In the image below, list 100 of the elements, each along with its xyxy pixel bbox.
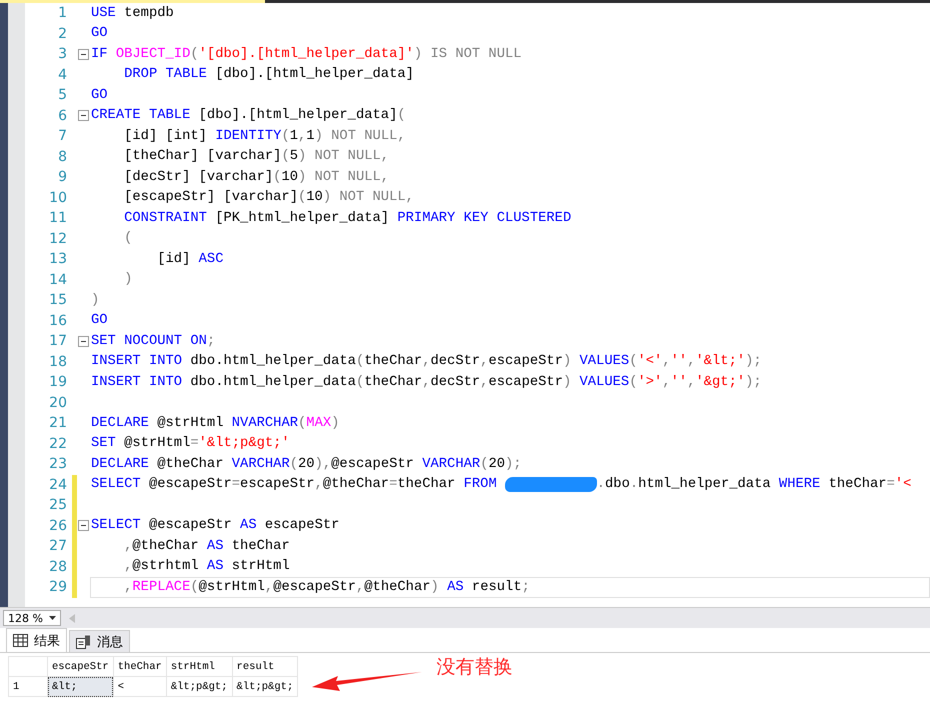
line-number: 11 bbox=[48, 210, 67, 226]
code-token: CONSTRAINT bbox=[123, 210, 207, 226]
code-token: GO bbox=[91, 26, 108, 42]
code-token: , bbox=[356, 580, 364, 595]
code-token: @theChar bbox=[322, 477, 390, 492]
code-token: REPLACE bbox=[132, 580, 190, 595]
grid-icon bbox=[13, 634, 28, 647]
code-token: ( bbox=[356, 354, 364, 370]
column-header[interactable]: strHtml bbox=[166, 656, 232, 676]
line-number: 19 bbox=[48, 374, 67, 390]
collapse-icon[interactable] bbox=[78, 520, 89, 532]
code-token: dbo bbox=[605, 477, 630, 492]
line-number: 8 bbox=[57, 148, 67, 165]
code-token: ; bbox=[206, 334, 216, 349]
line-number: 9 bbox=[57, 169, 67, 186]
code-token: [id] bbox=[156, 252, 192, 267]
line-number: 26 bbox=[48, 518, 67, 534]
code-token: ( bbox=[190, 46, 199, 62]
collapse-icon[interactable] bbox=[78, 48, 89, 60]
code-token: theChar bbox=[230, 538, 290, 554]
line-number: 28 bbox=[48, 558, 67, 575]
code-token: @strhtml bbox=[132, 559, 200, 574]
zoom-dropdown[interactable]: 128 % bbox=[3, 610, 61, 626]
line-number: 23 bbox=[48, 456, 67, 472]
code-token: 20 bbox=[298, 456, 315, 472]
code-token: ( bbox=[629, 354, 638, 370]
code-token: VALUES bbox=[580, 374, 630, 390]
results-tab[interactable]: 消息 bbox=[69, 630, 130, 652]
code-token: = bbox=[232, 477, 240, 492]
code-token: DROP TABLE bbox=[123, 67, 207, 82]
code-token: GO bbox=[91, 313, 108, 328]
code-token: ( bbox=[298, 190, 306, 206]
code-token: @theChar bbox=[364, 580, 431, 595]
line-number: 21 bbox=[48, 415, 67, 432]
code-token: escapeStr bbox=[264, 518, 340, 534]
code-token: . bbox=[596, 477, 606, 492]
code-token: tempdb bbox=[123, 6, 174, 21]
line-number: 6 bbox=[57, 108, 67, 124]
code-token: ); bbox=[505, 456, 522, 472]
code-token: AS bbox=[447, 580, 464, 595]
code-token: @theChar bbox=[156, 456, 224, 472]
code-token: = bbox=[886, 477, 895, 492]
line-number: 18 bbox=[48, 354, 67, 370]
collapse-icon[interactable] bbox=[78, 336, 89, 347]
collapse-icon[interactable] bbox=[78, 110, 89, 122]
code-token: , bbox=[123, 559, 132, 574]
line-number: 4 bbox=[57, 66, 67, 83]
code-token: @strHtml bbox=[156, 416, 224, 431]
code-token: MAX bbox=[306, 416, 332, 431]
code-token: escapeStr bbox=[240, 477, 315, 492]
code-token: 20 bbox=[488, 456, 506, 472]
code-token: , bbox=[422, 354, 430, 370]
table-cell[interactable]: &lt;p&gt; bbox=[232, 676, 298, 696]
code-token: escapeStr bbox=[488, 374, 563, 390]
line-number: 29 bbox=[48, 579, 67, 596]
code-token: , bbox=[480, 374, 488, 390]
code-token: DECLARE bbox=[91, 416, 149, 431]
code-token: SET bbox=[91, 436, 116, 452]
line-number: 13 bbox=[48, 251, 67, 268]
results-tab[interactable]: 结果 bbox=[6, 628, 67, 652]
code-token: IF bbox=[91, 46, 109, 62]
code-token: [theChar] [varchar] bbox=[123, 149, 282, 164]
code-token: ( bbox=[397, 108, 406, 124]
code-token: CREATE TABLE bbox=[91, 108, 190, 124]
column-header[interactable]: escapeStr bbox=[48, 656, 114, 676]
code-token: 5 bbox=[290, 149, 298, 164]
code-token: [escapeStr] [varchar] bbox=[123, 190, 298, 206]
code-token: [PK_html_helper_data] bbox=[214, 210, 390, 226]
code-token: = bbox=[389, 477, 398, 492]
code-token: ( bbox=[281, 128, 290, 144]
column-header[interactable]: result bbox=[232, 656, 298, 676]
code-token: @escapeStr bbox=[273, 580, 356, 595]
table-cell[interactable]: &lt; bbox=[48, 676, 114, 696]
code-token: '[dbo].[html_helper_data]' bbox=[198, 46, 414, 62]
code-token: '&lt;' bbox=[695, 354, 746, 370]
code-token: [decStr] [varchar] bbox=[123, 170, 274, 185]
code-token: ) bbox=[562, 354, 572, 370]
line-number: 27 bbox=[48, 538, 67, 554]
code-token: '<' bbox=[638, 354, 662, 370]
code-token: '&gt;' bbox=[695, 374, 746, 390]
table-cell[interactable]: < bbox=[113, 676, 166, 696]
code-token: ( bbox=[298, 416, 306, 431]
code-token: @escapeStr bbox=[148, 477, 232, 492]
code-token: ; bbox=[522, 580, 530, 595]
code-token: ( bbox=[273, 170, 282, 185]
code-token: ); bbox=[745, 354, 762, 370]
table-cell[interactable]: &lt;p&gt; bbox=[166, 676, 232, 696]
code-token: OBJECT_ID bbox=[116, 46, 190, 62]
code-token: NVARCHAR bbox=[232, 416, 298, 431]
code-token: html_helper_data bbox=[638, 477, 772, 492]
code-token: ASC bbox=[198, 252, 224, 267]
code-token: 1 bbox=[290, 128, 298, 144]
line-number: 20 bbox=[48, 394, 67, 411]
code-token: FROM bbox=[464, 477, 497, 492]
code-token: SELECT bbox=[91, 518, 141, 534]
code-token: WHERE bbox=[778, 477, 820, 492]
column-header[interactable]: theChar bbox=[113, 656, 166, 676]
code-token: INSERT INTO bbox=[91, 354, 182, 370]
code-token: [id] [int] bbox=[123, 128, 208, 144]
code-token: 10 bbox=[281, 170, 298, 185]
